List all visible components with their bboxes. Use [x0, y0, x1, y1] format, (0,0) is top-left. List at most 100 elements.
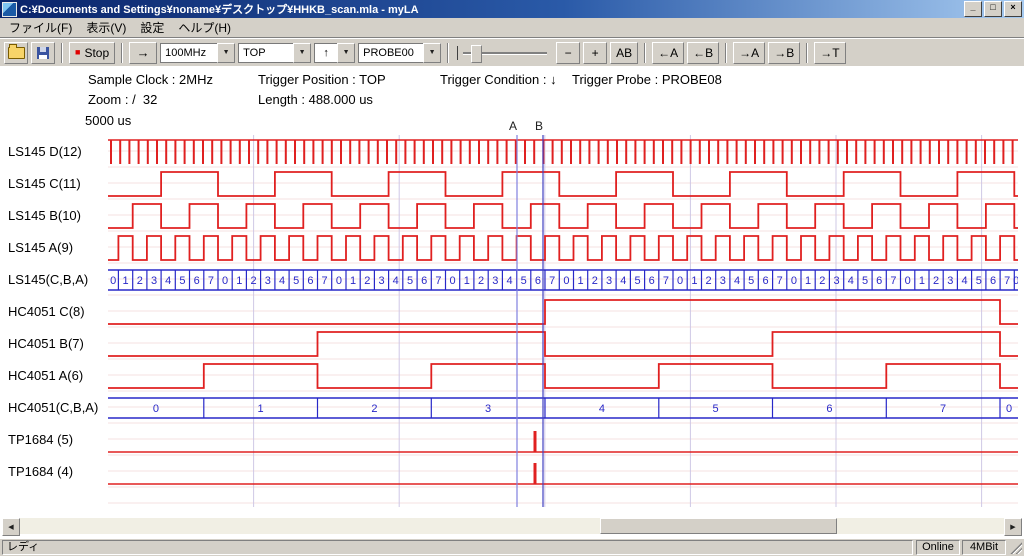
menubar: ファイル(F)表示(V)設定ヘルプ(H) [0, 18, 1024, 38]
svg-text:6: 6 [421, 275, 427, 287]
channel-wave [108, 204, 1018, 228]
scroll-track[interactable] [20, 518, 1004, 534]
svg-text:3: 3 [485, 403, 491, 415]
titlebar[interactable]: C:¥Documents and Settings¥noname¥デスクトップ¥… [0, 0, 1024, 18]
svg-text:1: 1 [464, 275, 470, 287]
svg-text:6: 6 [990, 275, 996, 287]
toolbar-nav-button[interactable]: ←A [652, 42, 684, 64]
toolbar-nav-button[interactable]: ←B [687, 42, 719, 64]
toolbar-nav-button[interactable]: →B [768, 42, 800, 64]
scroll-left-button[interactable]: ◀ [2, 518, 20, 536]
minimize-button[interactable]: _ [964, 1, 982, 17]
svg-text:4: 4 [620, 275, 626, 287]
save-button[interactable] [31, 42, 55, 64]
save-icon [37, 47, 49, 59]
svg-text:7: 7 [890, 275, 896, 287]
svg-text:2: 2 [819, 275, 825, 287]
toolbar-separator [725, 43, 727, 63]
svg-text:2: 2 [706, 275, 712, 287]
channel-label: HC4051 B(7) [8, 336, 84, 351]
svg-text:2: 2 [933, 275, 939, 287]
slider-tick [457, 46, 458, 60]
status-text: レディ [2, 540, 913, 555]
statusbar: レディ Online4MBit [0, 538, 1024, 556]
trigger-position-select[interactable]: TOP ▼ [238, 43, 311, 63]
channel-label: LS145(C,B,A) [8, 272, 88, 287]
svg-text:1: 1 [691, 275, 697, 287]
status-panels: Online4MBit [916, 540, 1006, 555]
resize-grip[interactable] [1009, 541, 1022, 554]
app-window: C:¥Documents and Settings¥noname¥デスクトップ¥… [0, 0, 1024, 556]
dropdown-arrow-icon[interactable]: ▼ [423, 43, 441, 63]
menu-item[interactable]: ファイル(F) [2, 17, 79, 38]
toolbar-nav-button[interactable]: + [583, 42, 607, 64]
svg-text:1: 1 [805, 275, 811, 287]
svg-text:3: 3 [378, 275, 384, 287]
svg-text:6: 6 [826, 403, 832, 415]
svg-text:1: 1 [123, 275, 129, 287]
open-folder-icon [8, 47, 25, 59]
waveform-area[interactable]: 0123456701234567012345670123456701234567… [108, 135, 1018, 507]
svg-text:5: 5 [407, 275, 413, 287]
close-button[interactable]: × [1004, 1, 1022, 17]
toolbar-nav-button[interactable]: AB [610, 42, 638, 64]
run-button[interactable]: → [129, 42, 157, 64]
cursor-label-A[interactable]: A [509, 119, 517, 133]
probe-select[interactable]: PROBE00 ▼ [358, 43, 441, 63]
svg-text:4: 4 [279, 275, 285, 287]
toolbar-separator [447, 43, 449, 63]
menu-item[interactable]: 表示(V) [79, 17, 133, 38]
dropdown-arrow-icon[interactable]: ▼ [217, 43, 235, 63]
dropdown-arrow-icon[interactable]: ▼ [293, 43, 311, 63]
toolbar-nav-groups: −+AB ←A←B →A→B →T [556, 42, 845, 64]
svg-text:4: 4 [393, 275, 399, 287]
svg-text:6: 6 [649, 275, 655, 287]
svg-text:6: 6 [194, 275, 200, 287]
svg-text:3: 3 [720, 275, 726, 287]
slider-thumb[interactable] [471, 45, 482, 63]
app-icon [2, 2, 17, 17]
channel-wave [108, 172, 1018, 196]
toolbar-nav-button[interactable]: →A [733, 42, 765, 64]
svg-text:0: 0 [153, 403, 159, 415]
trigger-edge-select[interactable]: ↑ ▼ [314, 43, 355, 63]
svg-text:1: 1 [578, 275, 584, 287]
svg-text:5: 5 [976, 275, 982, 287]
scroll-right-button[interactable]: ▶ [1004, 518, 1022, 536]
menu-item[interactable]: ヘルプ(H) [171, 17, 238, 38]
trigger-probe-info: Trigger Probe : PROBE08 [572, 72, 722, 87]
open-file-button[interactable] [4, 42, 28, 64]
svg-text:3: 3 [151, 275, 157, 287]
zoom-slider[interactable] [455, 42, 553, 64]
toolbar: ■ Stop → 100MHz ▼ TOP ▼ ↑ ▼ PROBE00 ▼ −+… [0, 38, 1024, 67]
dropdown-arrow-icon[interactable]: ▼ [337, 43, 355, 63]
svg-text:0: 0 [1013, 275, 1018, 287]
svg-text:1: 1 [236, 275, 242, 287]
svg-text:7: 7 [322, 275, 328, 287]
svg-text:7: 7 [663, 275, 669, 287]
sample-clock-select[interactable]: 100MHz ▼ [160, 43, 235, 63]
cursor-label-B[interactable]: B [535, 119, 543, 133]
svg-text:0: 0 [336, 275, 342, 287]
svg-text:7: 7 [435, 275, 441, 287]
toolbar-nav-button[interactable]: − [556, 42, 580, 64]
svg-text:0: 0 [110, 275, 116, 287]
menu-item[interactable]: 設定 [133, 17, 171, 38]
svg-text:0: 0 [222, 275, 228, 287]
scroll-thumb[interactable] [600, 518, 837, 534]
svg-text:2: 2 [478, 275, 484, 287]
svg-text:1: 1 [350, 275, 356, 287]
stop-button[interactable]: ■ Stop [69, 42, 115, 64]
channel-wave [108, 300, 1018, 324]
svg-text:7: 7 [1004, 275, 1010, 287]
toolbar-nav-button[interactable]: →T [814, 42, 845, 64]
svg-text:7: 7 [549, 275, 555, 287]
trigger-edge-value: ↑ [314, 43, 337, 63]
trigger-condition-info: Trigger Condition : ↓ [440, 72, 557, 87]
horizontal-scrollbar[interactable]: ◀ ▶ [2, 518, 1022, 534]
svg-text:7: 7 [208, 275, 214, 287]
svg-text:5: 5 [748, 275, 754, 287]
maximize-button[interactable]: □ [984, 1, 1002, 17]
sample-clock-info: Sample Clock : 2MHz [88, 72, 213, 87]
channel-label: HC4051(C,B,A) [8, 400, 98, 415]
